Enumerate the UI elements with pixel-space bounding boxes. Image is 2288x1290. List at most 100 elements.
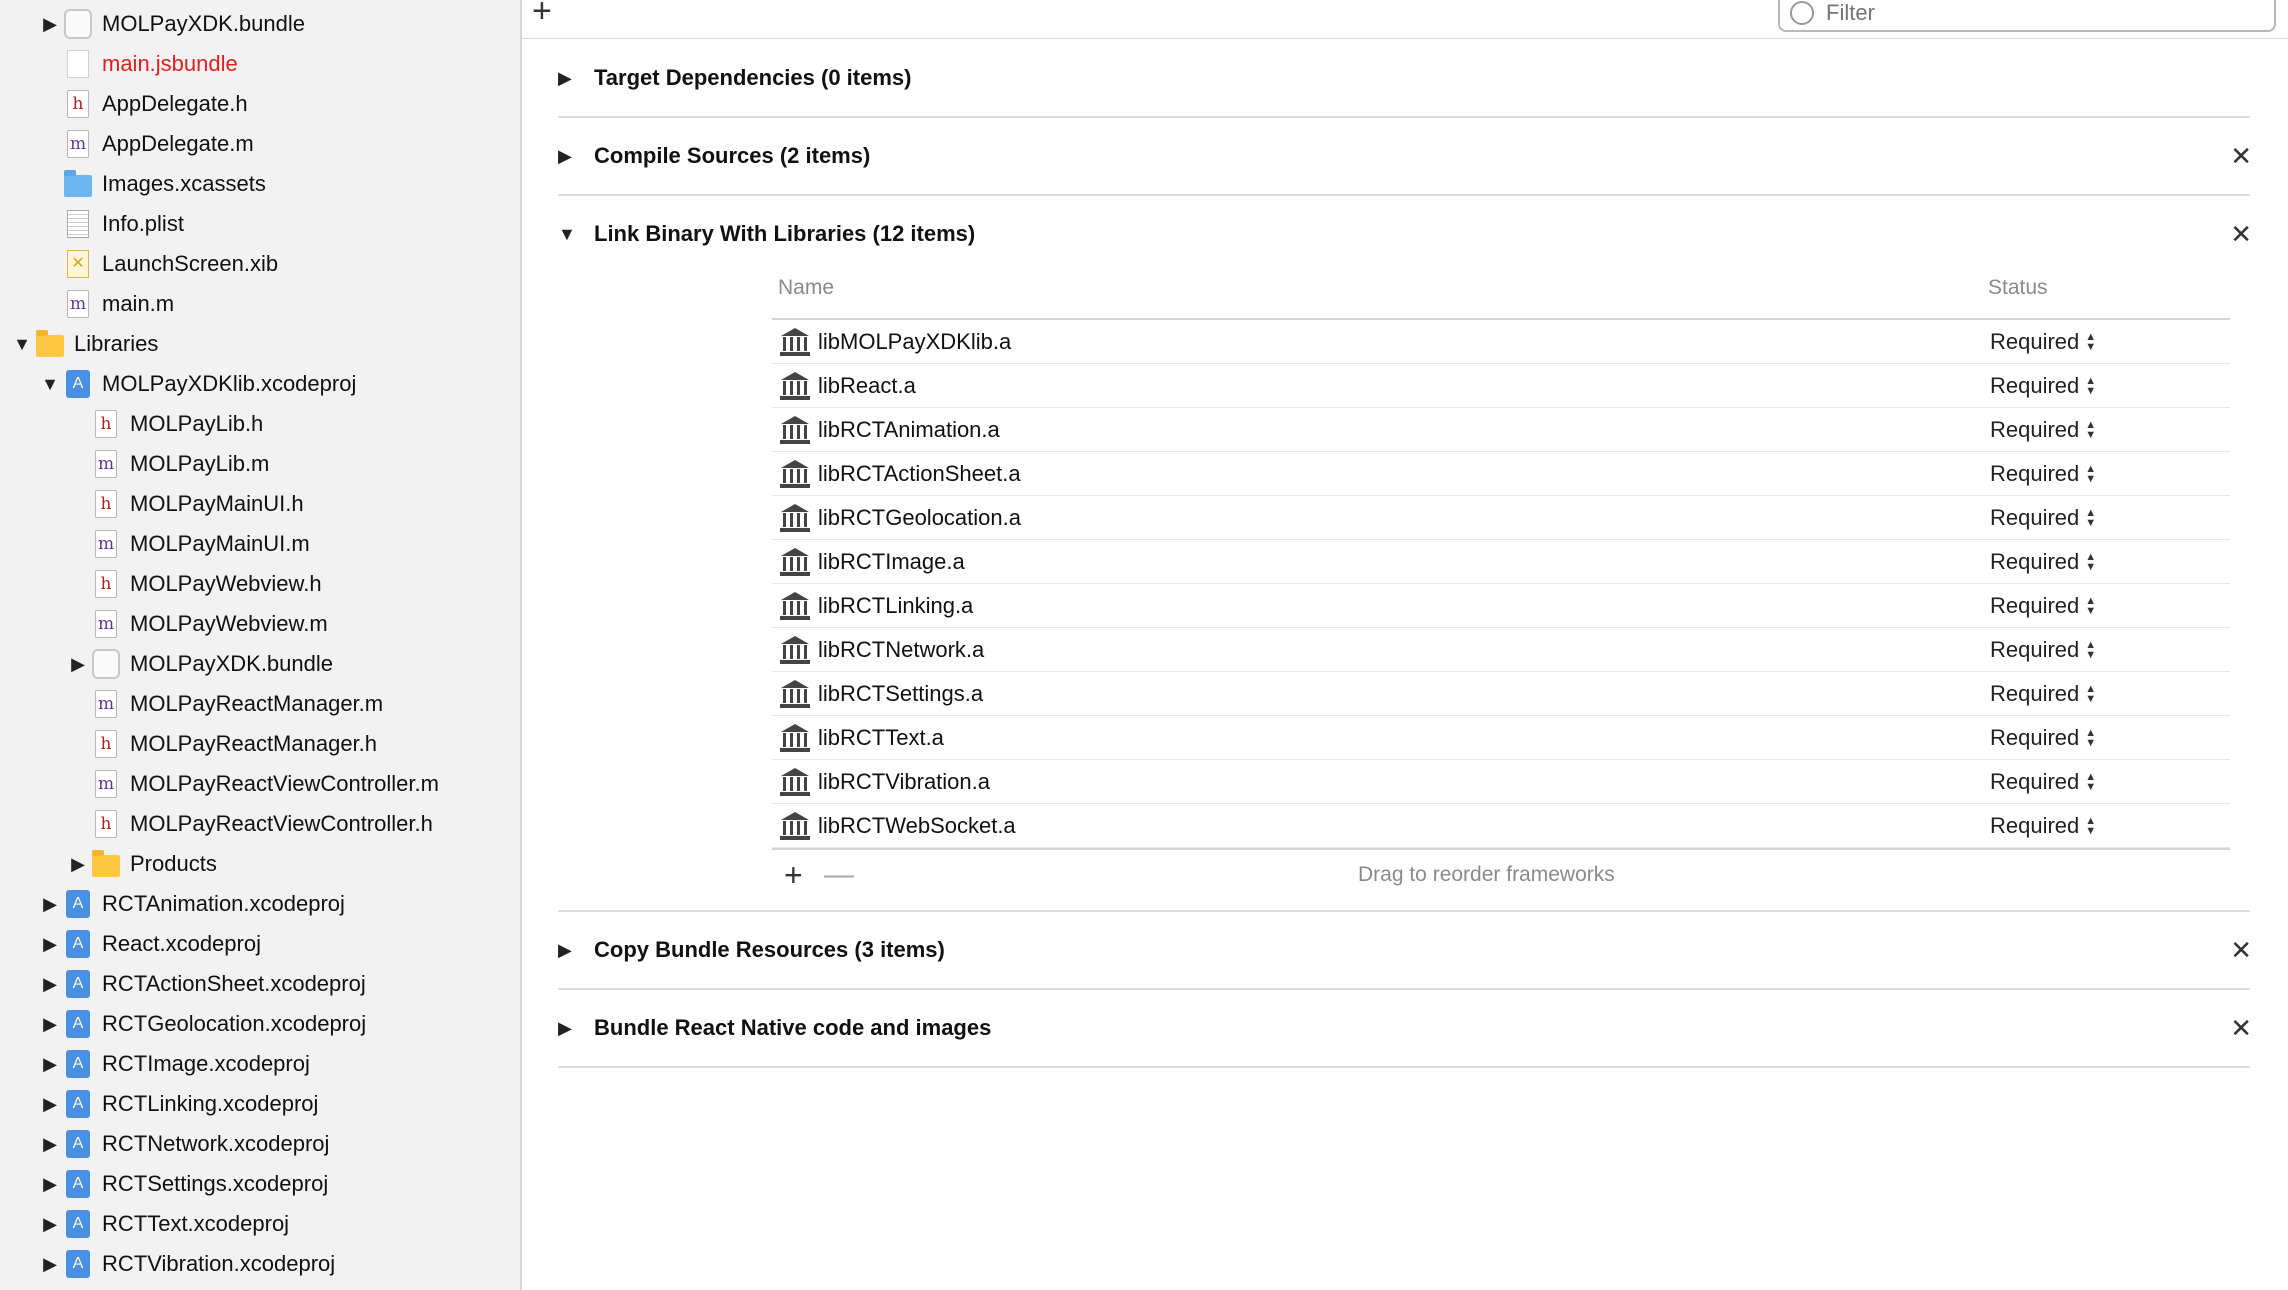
- status-popup-button[interactable]: Required ▲ ▼: [1990, 505, 2096, 531]
- status-popup-button[interactable]: Required ▲ ▼: [1990, 637, 2096, 663]
- disclosure-collapsed-icon[interactable]: ▶: [36, 1084, 64, 1124]
- navigator-item[interactable]: ▶ A RCTLinking.xcodeproj: [36, 1084, 318, 1124]
- navigator-item[interactable]: Images.xcassets: [36, 164, 266, 204]
- navigator-item-label: RCTImage.xcodeproj: [102, 1051, 310, 1076]
- disclosure-collapsed-icon[interactable]: ▶: [36, 964, 64, 1004]
- phase-copy-bundle-resources[interactable]: ▶ Copy Bundle Resources (3 items) ✕: [558, 930, 2252, 970]
- remove-phase-icon[interactable]: ✕: [2230, 1013, 2252, 1044]
- add-build-phase-button[interactable]: +: [532, 0, 552, 28]
- header-file-icon: h: [92, 489, 120, 519]
- navigator-item[interactable]: m MOLPayReactViewController.m: [64, 764, 439, 804]
- disclosure-collapsed-icon[interactable]: ▶: [558, 940, 594, 961]
- disclosure-collapsed-icon[interactable]: ▶: [36, 1044, 64, 1084]
- navigator-item[interactable]: ✕ LaunchScreen.xib: [36, 244, 278, 284]
- navigator-item[interactable]: ▶ A RCTNetwork.xcodeproj: [36, 1124, 329, 1164]
- navigator-item[interactable]: m MOLPayMainUI.m: [64, 524, 310, 564]
- disclosure-collapsed-icon[interactable]: ▶: [558, 1018, 594, 1039]
- navigator-item[interactable]: h MOLPayLib.h: [64, 404, 263, 444]
- disclosure-expanded-icon[interactable]: ▼: [8, 324, 36, 364]
- disclosure-collapsed-icon[interactable]: ▶: [36, 1244, 64, 1284]
- navigator-item[interactable]: ▶ MOLPayXDK.bundle: [36, 4, 305, 44]
- remove-phase-icon[interactable]: ✕: [2230, 935, 2252, 966]
- status-popup-button[interactable]: Required ▲ ▼: [1990, 417, 2096, 443]
- navigator-item[interactable]: ▶ Products: [64, 844, 217, 884]
- library-row[interactable]: libRCTText.a Required ▲ ▼: [772, 716, 2230, 760]
- status-popup-button[interactable]: Required ▲ ▼: [1990, 769, 2096, 795]
- navigator-item[interactable]: ▶ A RCTImage.xcodeproj: [36, 1044, 310, 1084]
- status-popup-button[interactable]: Required ▲ ▼: [1990, 725, 2096, 751]
- remove-library-button[interactable]: —: [824, 858, 864, 892]
- filter-field[interactable]: [1778, 0, 2276, 32]
- status-popup-button[interactable]: Required ▲ ▼: [1990, 549, 2096, 575]
- library-row[interactable]: libRCTVibration.a Required ▲ ▼: [772, 760, 2230, 804]
- navigator-item[interactable]: h MOLPayReactViewController.h: [64, 804, 433, 844]
- filter-input[interactable]: [1824, 0, 2248, 27]
- library-row[interactable]: libRCTLinking.a Required ▲ ▼: [772, 584, 2230, 628]
- navigator-item[interactable]: h MOLPayReactManager.h: [64, 724, 377, 764]
- disclosure-collapsed-icon[interactable]: ▶: [36, 4, 64, 44]
- navigator-item[interactable]: ▼ Libraries: [8, 324, 158, 364]
- navigator-item[interactable]: ▶ A RCTText.xcodeproj: [36, 1204, 289, 1244]
- disclosure-collapsed-icon[interactable]: ▶: [36, 1204, 64, 1244]
- disclosure-expanded-icon[interactable]: ▼: [558, 224, 594, 245]
- remove-phase-icon[interactable]: ✕: [2230, 141, 2252, 172]
- divider: [558, 116, 2250, 118]
- navigator-item[interactable]: ▶ A RCTAnimation.xcodeproj: [36, 884, 345, 924]
- disclosure-collapsed-icon[interactable]: ▶: [36, 924, 64, 964]
- navigator-item[interactable]: ▼ A MOLPayXDKlib.xcodeproj: [36, 364, 356, 404]
- navigator-item[interactable]: ▶ A RCTGeolocation.xcodeproj: [36, 1004, 366, 1044]
- status-popup-button[interactable]: Required ▲ ▼: [1990, 461, 2096, 487]
- disclosure-collapsed-icon[interactable]: ▶: [36, 1004, 64, 1044]
- disclosure-collapsed-icon[interactable]: ▶: [64, 844, 92, 884]
- disclosure-collapsed-icon[interactable]: ▶: [36, 884, 64, 924]
- navigator-item[interactable]: ▶ MOLPayXDK.bundle: [64, 644, 333, 684]
- disclosure-collapsed-icon[interactable]: ▶: [558, 68, 594, 89]
- disclosure-collapsed-icon[interactable]: ▶: [36, 1124, 64, 1164]
- navigator-item[interactable]: m MOLPayWebview.m: [64, 604, 328, 644]
- add-library-button[interactable]: +: [784, 857, 824, 894]
- navigator-item-label: RCTText.xcodeproj: [102, 1211, 290, 1236]
- disclosure-collapsed-icon[interactable]: ▶: [64, 644, 92, 684]
- status-popup-button[interactable]: Required ▲ ▼: [1990, 329, 2096, 355]
- disclosure-expanded-icon[interactable]: ▼: [36, 364, 64, 404]
- phase-link-binary[interactable]: ▼ Link Binary With Libraries (12 items) …: [558, 214, 2252, 254]
- library-name: libReact.a: [818, 372, 916, 398]
- library-row[interactable]: libRCTSettings.a Required ▲ ▼: [772, 672, 2230, 716]
- library-row[interactable]: libReact.a Required ▲ ▼: [772, 364, 2230, 408]
- library-row[interactable]: libRCTWebSocket.a Required ▲ ▼: [772, 804, 2230, 848]
- navigator-item[interactable]: main.jsbundle: [36, 44, 238, 84]
- column-header-status[interactable]: Status: [1988, 276, 2048, 300]
- library-row[interactable]: libRCTGeolocation.a Required ▲ ▼: [772, 496, 2230, 540]
- status-popup-button[interactable]: Required ▲ ▼: [1990, 681, 2096, 707]
- navigator-item[interactable]: m main.m: [36, 284, 174, 324]
- folder-icon: [92, 849, 120, 879]
- status-popup-button[interactable]: Required ▲ ▼: [1990, 593, 2096, 619]
- phase-target-dependencies[interactable]: ▶ Target Dependencies (0 items): [558, 58, 2248, 98]
- navigator-item[interactable]: m AppDelegate.m: [36, 124, 254, 164]
- navigator-item[interactable]: ▶ A RCTActionSheet.xcodeproj: [36, 964, 366, 1004]
- plist-file-icon: [64, 209, 92, 239]
- phase-compile-sources[interactable]: ▶ Compile Sources (2 items) ✕: [558, 136, 2252, 176]
- phase-bundle-react-native[interactable]: ▶ Bundle React Native code and images ✕: [558, 1008, 2252, 1048]
- navigator-item[interactable]: Info.plist: [36, 204, 184, 244]
- library-row[interactable]: libRCTAnimation.a Required ▲ ▼: [772, 408, 2230, 452]
- navigator-item[interactable]: m MOLPayReactManager.m: [64, 684, 383, 724]
- status-popup-button[interactable]: Required ▲ ▼: [1990, 813, 2096, 839]
- disclosure-collapsed-icon[interactable]: ▶: [558, 146, 594, 167]
- navigator-item[interactable]: ▶ A React.xcodeproj: [36, 924, 261, 964]
- column-header-name[interactable]: Name: [772, 276, 1988, 300]
- navigator-item[interactable]: h MOLPayWebview.h: [64, 564, 322, 604]
- navigator-item[interactable]: h AppDelegate.h: [36, 84, 248, 124]
- remove-phase-icon[interactable]: ✕: [2230, 219, 2252, 250]
- navigator-item[interactable]: ▶ A RCTVibration.xcodeproj: [36, 1244, 335, 1284]
- library-row[interactable]: libMOLPayXDKlib.a Required ▲ ▼: [772, 320, 2230, 364]
- library-row[interactable]: libRCTActionSheet.a Required ▲ ▼: [772, 452, 2230, 496]
- library-row[interactable]: libRCTImage.a Required ▲ ▼: [772, 540, 2230, 584]
- status-popup-button[interactable]: Required ▲ ▼: [1990, 373, 2096, 399]
- navigator-item[interactable]: h MOLPayMainUI.h: [64, 484, 304, 524]
- navigator-item[interactable]: m MOLPayLib.m: [64, 444, 269, 484]
- library-row[interactable]: libRCTNetwork.a Required ▲ ▼: [772, 628, 2230, 672]
- disclosure-collapsed-icon[interactable]: ▶: [36, 1164, 64, 1204]
- navigator-item[interactable]: ▶ A RCTSettings.xcodeproj: [36, 1164, 328, 1204]
